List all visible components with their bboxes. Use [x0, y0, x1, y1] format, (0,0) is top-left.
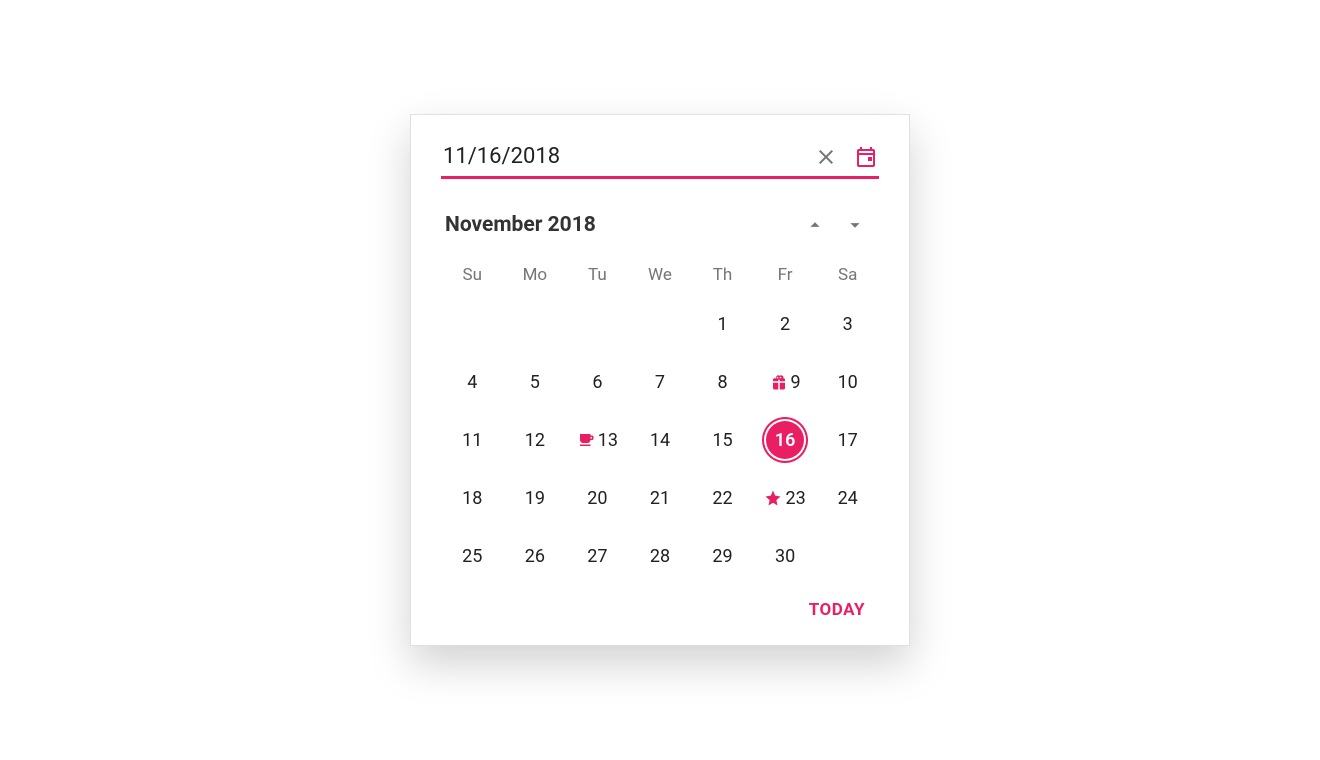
- day-number: 14: [650, 430, 670, 451]
- day-number: 15: [712, 430, 732, 451]
- calendar-day[interactable]: 28: [641, 537, 679, 575]
- day-number: 4: [467, 372, 477, 393]
- cup-icon: [577, 431, 595, 449]
- day-number: 12: [525, 430, 545, 451]
- close-icon: [814, 145, 838, 169]
- weekday-header: Sa: [816, 255, 879, 295]
- calendar-day[interactable]: 14: [641, 421, 679, 459]
- month-label[interactable]: November 2018: [445, 213, 795, 237]
- month-header: November 2018: [441, 207, 879, 255]
- calendar-day[interactable]: 6: [578, 363, 616, 401]
- weekday-header: We: [629, 255, 692, 295]
- calendar-day[interactable]: 7: [641, 363, 679, 401]
- day-number: 11: [462, 430, 482, 451]
- calendar-day[interactable]: 29: [704, 537, 742, 575]
- next-month-button[interactable]: [835, 207, 875, 243]
- day-number: 25: [462, 546, 482, 567]
- calendar-day[interactable]: 30: [766, 537, 804, 575]
- calendar-day[interactable]: 1: [704, 305, 742, 343]
- clear-button[interactable]: [813, 144, 839, 170]
- day-number: 2: [780, 314, 790, 335]
- day-number: 19: [525, 488, 545, 509]
- calendar-day[interactable]: 13: [577, 421, 618, 459]
- day-number: 23: [785, 488, 805, 509]
- calendar-grid: SuMoTuWeThFrSa 1234567891011121314151617…: [441, 255, 879, 585]
- calendar-icon: [854, 145, 878, 169]
- prev-month-button[interactable]: [795, 207, 835, 243]
- calendar-day[interactable]: 3: [829, 305, 867, 343]
- day-number: 29: [712, 546, 732, 567]
- calendar-day[interactable]: 27: [578, 537, 616, 575]
- calendar-empty: [453, 305, 491, 343]
- weekday-header: Tu: [566, 255, 629, 295]
- weekday-header: Su: [441, 255, 504, 295]
- calendar-day[interactable]: 16: [766, 421, 804, 459]
- calendar-day[interactable]: 17: [829, 421, 867, 459]
- calendar-day[interactable]: 5: [516, 363, 554, 401]
- gift-icon: [770, 373, 788, 391]
- calendar-empty: [578, 305, 616, 343]
- calendar-day[interactable]: 11: [453, 421, 491, 459]
- calendar-day[interactable]: 8: [704, 363, 742, 401]
- calendar-day[interactable]: 24: [829, 479, 867, 517]
- day-number: 16: [775, 430, 796, 451]
- day-number: 3: [843, 314, 853, 335]
- day-number: 28: [650, 546, 670, 567]
- day-number: 5: [530, 372, 540, 393]
- day-number: 6: [592, 372, 602, 393]
- weekday-header: Th: [691, 255, 754, 295]
- date-input-row: [441, 143, 879, 179]
- day-number: 30: [775, 546, 795, 567]
- calendar-day[interactable]: 22: [704, 479, 742, 517]
- calendar-day[interactable]: 23: [764, 479, 805, 517]
- calendar-toggle-button[interactable]: [853, 144, 879, 170]
- chevron-up-icon: [804, 214, 826, 236]
- chevron-down-icon: [844, 214, 866, 236]
- day-number: 9: [791, 372, 801, 393]
- calendar-day[interactable]: 12: [516, 421, 554, 459]
- calendar-day[interactable]: 9: [766, 363, 804, 401]
- day-number: 17: [838, 430, 858, 451]
- weekday-header: Fr: [754, 255, 817, 295]
- calendar-day[interactable]: 20: [578, 479, 616, 517]
- day-number: 18: [462, 488, 482, 509]
- day-number: 10: [838, 372, 858, 393]
- calendar-day[interactable]: 25: [453, 537, 491, 575]
- day-number: 21: [650, 488, 670, 509]
- calendar-day[interactable]: 10: [829, 363, 867, 401]
- calendar-empty: [829, 537, 867, 575]
- weekday-header: Mo: [504, 255, 567, 295]
- calendar-empty: [516, 305, 554, 343]
- day-number: 24: [838, 488, 858, 509]
- star-icon: [764, 489, 782, 507]
- calendar-day[interactable]: 4: [453, 363, 491, 401]
- calendar-day[interactable]: 2: [766, 305, 804, 343]
- date-input[interactable]: [441, 143, 813, 170]
- day-number: 27: [587, 546, 607, 567]
- calendar-empty: [641, 305, 679, 343]
- day-number: 8: [717, 372, 727, 393]
- day-number: 22: [712, 488, 732, 509]
- day-number: 13: [598, 430, 618, 451]
- calendar-day[interactable]: 15: [704, 421, 742, 459]
- day-number: 26: [525, 546, 545, 567]
- datepicker-card: November 2018 SuMoTuWeThFrSa 12345678910…: [410, 114, 910, 646]
- today-button[interactable]: TODAY: [803, 599, 871, 621]
- calendar-footer: TODAY: [441, 585, 879, 621]
- day-number: 20: [587, 488, 607, 509]
- calendar-day[interactable]: 19: [516, 479, 554, 517]
- day-number: 1: [717, 314, 727, 335]
- calendar-day[interactable]: 21: [641, 479, 679, 517]
- calendar-day[interactable]: 18: [453, 479, 491, 517]
- calendar-day[interactable]: 26: [516, 537, 554, 575]
- day-number: 7: [655, 372, 665, 393]
